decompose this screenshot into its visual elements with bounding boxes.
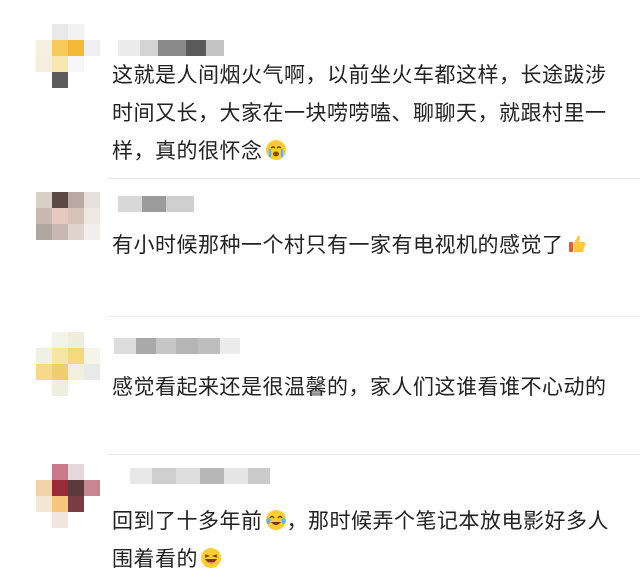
divider bbox=[108, 178, 640, 179]
crying-face-icon bbox=[265, 140, 286, 160]
username[interactable] bbox=[108, 466, 288, 486]
comment-item[interactable]: 感觉看起来还是很温馨的，家人们这谁看谁不心动的 bbox=[0, 318, 640, 456]
thumbs-up-icon bbox=[568, 235, 585, 252]
comment-text-body: 感觉看起来还是很温馨的，家人们这谁看谁不心动的 bbox=[112, 375, 607, 399]
divider bbox=[108, 316, 640, 317]
comment-text-body: 这就是人间烟火气啊，以前坐火车都这样，长途跋涉时间又长，大家在一块唠唠嗑、聊聊天… bbox=[112, 63, 607, 163]
comment-text: 这就是人间烟火气啊，以前坐火车都这样，长途跋涉时间又长，大家在一块唠唠嗑、聊聊天… bbox=[112, 56, 612, 170]
avatar[interactable] bbox=[36, 192, 100, 256]
username[interactable] bbox=[108, 336, 248, 356]
comment-item[interactable]: 回到了十多年前 ，那时候弄个笔记本放电影好多人围着看的 bbox=[0, 456, 640, 584]
comment-item[interactable]: 有小时候那种一个村只有一家有电视机的感觉了 bbox=[0, 180, 640, 318]
comment-text-body: 有小时候那种一个村只有一家有电视机的感觉了 bbox=[112, 233, 564, 257]
username[interactable] bbox=[108, 38, 228, 58]
avatar[interactable] bbox=[36, 332, 100, 396]
avatar[interactable] bbox=[36, 464, 100, 528]
comment-feed: 这就是人间烟火气啊，以前坐火车都这样，长途跋涉时间又长，大家在一块唠唠嗑、聊聊天… bbox=[0, 0, 640, 584]
tears-of-joy-icon bbox=[265, 510, 286, 530]
comment-text: 回到了十多年前 ，那时候弄个笔记本放电影好多人围着看的 bbox=[112, 502, 612, 578]
laughing-face-icon bbox=[201, 548, 221, 568]
avatar[interactable] bbox=[36, 24, 100, 88]
comment-item[interactable]: 这就是人间烟火气啊，以前坐火车都这样，长途跋涉时间又长，大家在一块唠唠嗑、聊聊天… bbox=[0, 0, 640, 180]
comment-text: 有小时候那种一个村只有一家有电视机的感觉了 bbox=[112, 226, 612, 264]
comment-text-before: 回到了十多年前 bbox=[112, 509, 263, 533]
username[interactable] bbox=[108, 194, 198, 214]
divider bbox=[108, 454, 640, 455]
comment-text: 感觉看起来还是很温馨的，家人们这谁看谁不心动的 bbox=[112, 368, 612, 406]
